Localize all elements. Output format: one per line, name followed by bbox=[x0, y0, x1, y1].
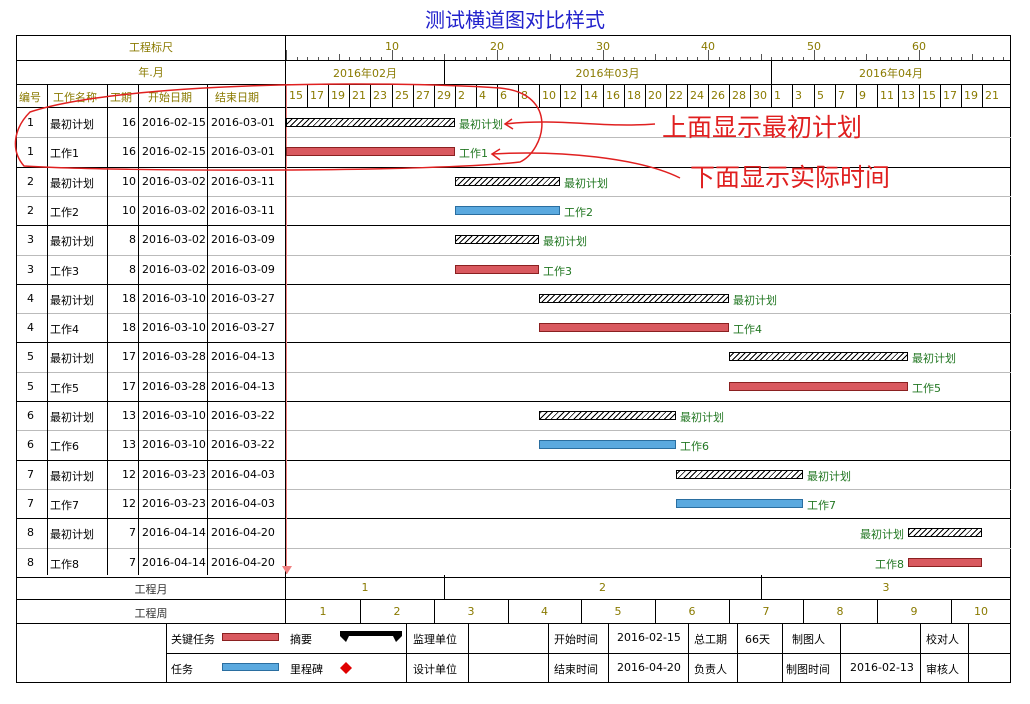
annotation-top: 上面显示最初计划 bbox=[662, 113, 863, 142]
annotation-marks bbox=[14, 83, 681, 179]
annotation-bottom: 下面显示实际时间 bbox=[690, 163, 891, 192]
